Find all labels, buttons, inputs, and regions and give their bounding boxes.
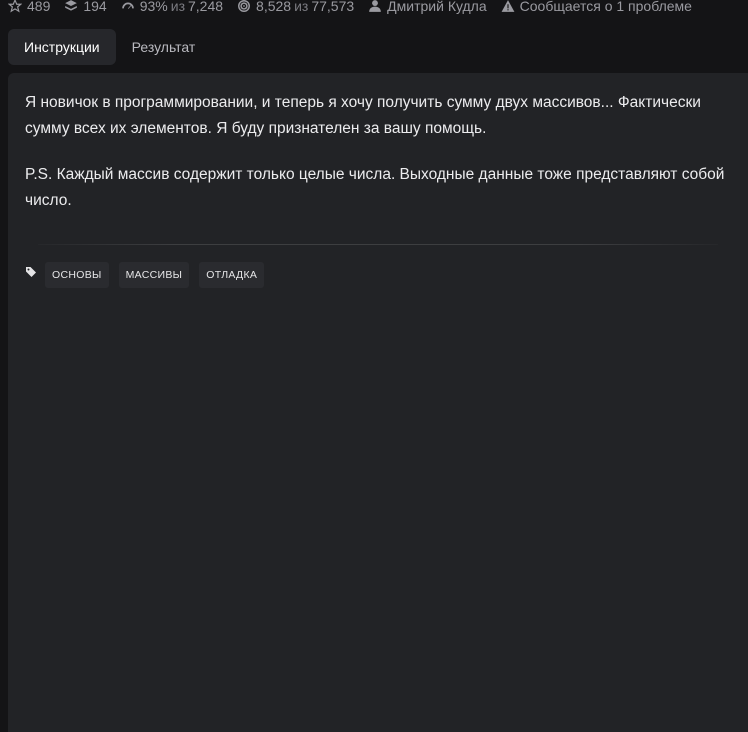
- tag-icon: [26, 267, 36, 277]
- satisfaction-value: 93%: [139, 0, 168, 14]
- votes-prefix: из: [170, 0, 185, 14]
- kata-tabs: Инструкции Результат: [8, 29, 211, 65]
- attempts-prefix: из: [294, 0, 309, 14]
- collections-count: 194: [83, 0, 107, 14]
- completed-stat: 8,528 из 77,573: [237, 0, 354, 13]
- tab-output[interactable]: Результат: [116, 29, 212, 65]
- stars-count: 489: [27, 0, 51, 14]
- kata-description: Я новичок в программировании, и теперь я…: [25, 90, 725, 234]
- tag-list: основы массивы отладка: [25, 262, 274, 288]
- tab-instructions[interactable]: Инструкции: [8, 29, 116, 65]
- collections-stat[interactable]: 194: [64, 0, 107, 14]
- star-icon: [8, 0, 22, 13]
- attempts-count: 77,573: [311, 0, 355, 14]
- tag-debugging[interactable]: отладка: [199, 262, 265, 288]
- stars-stat[interactable]: 489: [8, 0, 50, 13]
- satisfaction-stat: 93% из 7,248: [121, 0, 223, 13]
- instructions-panel: Я новичок в программировании, и теперь я…: [8, 73, 748, 732]
- description-paragraph: P.S. Каждый массив содержит только целые…: [25, 166, 725, 209]
- warning-icon: [501, 0, 515, 12]
- tag-fundamentals[interactable]: основы: [45, 262, 109, 288]
- divider: [38, 244, 718, 245]
- description-paragraph: Я новичок в программировании, и теперь я…: [25, 94, 701, 137]
- tag-arrays[interactable]: массивы: [118, 262, 190, 288]
- issues-stat[interactable]: Сообщается о 1 проблеме: [501, 0, 692, 13]
- user-icon: [369, 0, 382, 12]
- layers-icon: [65, 0, 78, 11]
- author-stat[interactable]: Дмитрий Кудла: [368, 0, 487, 14]
- author-name: Дмитрий Кудла: [387, 0, 487, 14]
- votes-count: 7,248: [188, 0, 224, 14]
- issues-text: Сообщается о 1 проблеме: [519, 0, 692, 14]
- kata-stats-bar: 489 194 93% из 7,248 8,528 из 77,573 Дми…: [0, 0, 706, 13]
- gauge-icon: [121, 2, 134, 9]
- target-icon: [238, 0, 251, 12]
- completed-count: 8,528: [256, 0, 292, 14]
